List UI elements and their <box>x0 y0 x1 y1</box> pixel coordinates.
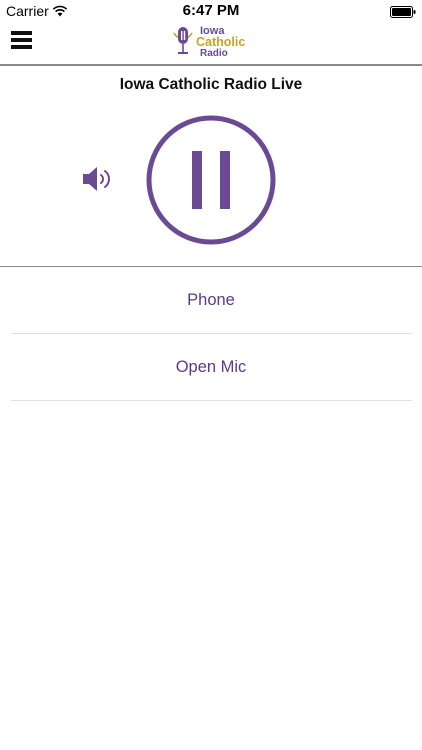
nav-divider <box>0 64 422 66</box>
svg-text:Radio: Radio <box>200 48 228 59</box>
hamburger-menu-icon[interactable] <box>11 29 35 53</box>
pause-icon <box>146 115 276 245</box>
list-divider <box>11 400 412 401</box>
battery-icon <box>390 5 416 23</box>
menu-bar-line <box>11 38 32 42</box>
navigation-bar: Iowa Catholic Radio <box>0 22 422 64</box>
open-mic-list-item[interactable]: Open Mic <box>0 334 422 400</box>
status-bar: Carrier 6:47 PM <box>0 0 422 22</box>
microphone-icon <box>173 27 193 54</box>
iowa-catholic-radio-logo: Iowa Catholic Radio <box>170 22 254 62</box>
volume-icon[interactable] <box>80 164 114 194</box>
pause-button[interactable] <box>145 114 277 246</box>
svg-text:Catholic: Catholic <box>196 35 245 49</box>
app-screen: Carrier 6:47 PM Iowa Catholic Radio Iowa… <box>0 0 422 750</box>
clock-label: 6:47 PM <box>182 2 240 19</box>
station-title: Iowa Catholic Radio Live <box>119 76 303 93</box>
open-mic-label: Open Mic <box>175 358 247 376</box>
phone-label: Phone <box>187 291 235 309</box>
phone-list-item[interactable]: Phone <box>0 267 422 333</box>
menu-bar-line <box>11 45 32 49</box>
menu-bar-line <box>11 31 32 35</box>
